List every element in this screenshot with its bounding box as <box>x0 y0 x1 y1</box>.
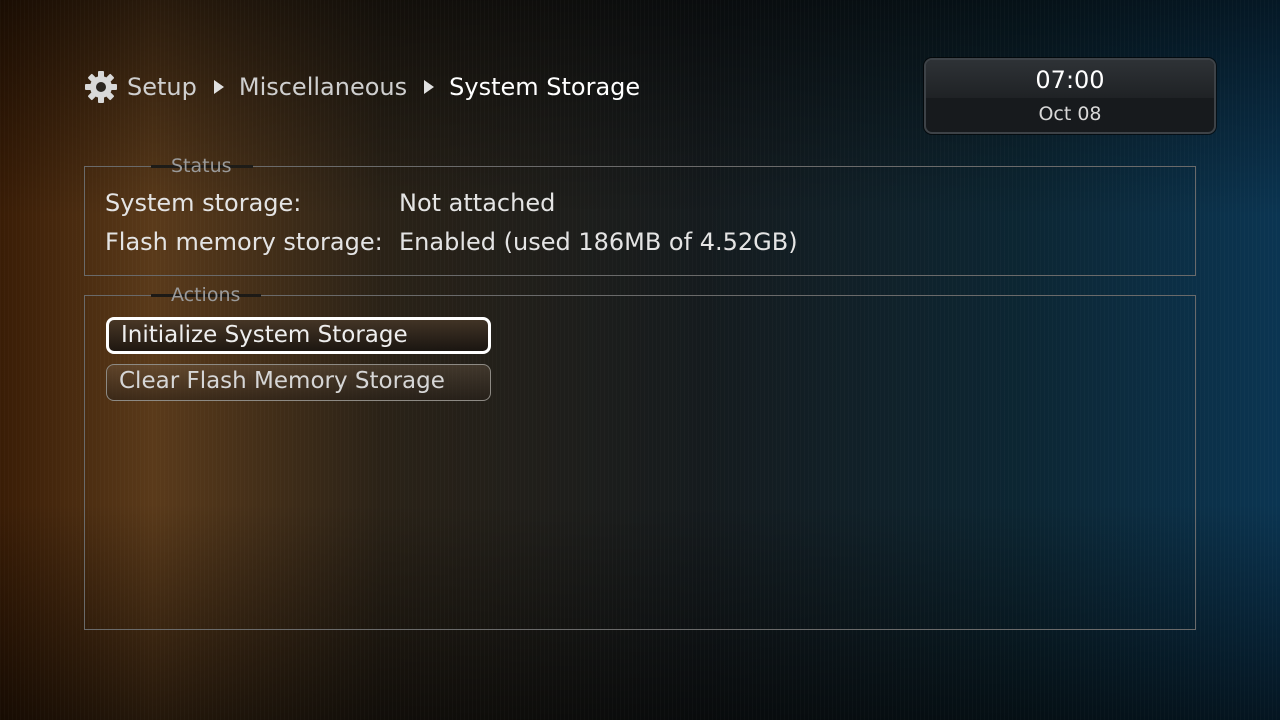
flash-memory-value: Enabled (used 186MB of 4.52GB) <box>399 228 798 256</box>
clock-date: Oct 08 <box>1038 103 1102 125</box>
status-panel: Status System storage: Not attached Flas… <box>84 155 1196 276</box>
flash-memory-label: Flash memory storage: <box>105 228 383 256</box>
status-panel-title: Status <box>171 155 232 177</box>
initialize-system-storage-button[interactable]: Initialize System Storage <box>106 317 491 354</box>
system-storage-value: Not attached <box>399 189 556 217</box>
breadcrumb-arrow-icon <box>424 80 435 94</box>
breadcrumb: Setup Miscellaneous System Storage <box>84 68 640 106</box>
system-storage-label: System storage: <box>105 189 302 217</box>
breadcrumb-arrow-icon <box>213 80 224 94</box>
breadcrumb-miscellaneous[interactable]: Miscellaneous <box>239 73 407 101</box>
breadcrumb-setup[interactable]: Setup <box>127 73 197 101</box>
actions-panel: Actions Initialize System Storage Clear … <box>84 284 1196 630</box>
actions-panel-title: Actions <box>171 284 241 306</box>
clock-widget: 07:00 Oct 08 <box>924 58 1216 134</box>
gear-icon <box>84 70 118 104</box>
clock-time: 07:00 <box>926 60 1214 98</box>
clear-flash-memory-storage-button[interactable]: Clear Flash Memory Storage <box>106 364 491 401</box>
breadcrumb-system-storage: System Storage <box>449 73 641 101</box>
